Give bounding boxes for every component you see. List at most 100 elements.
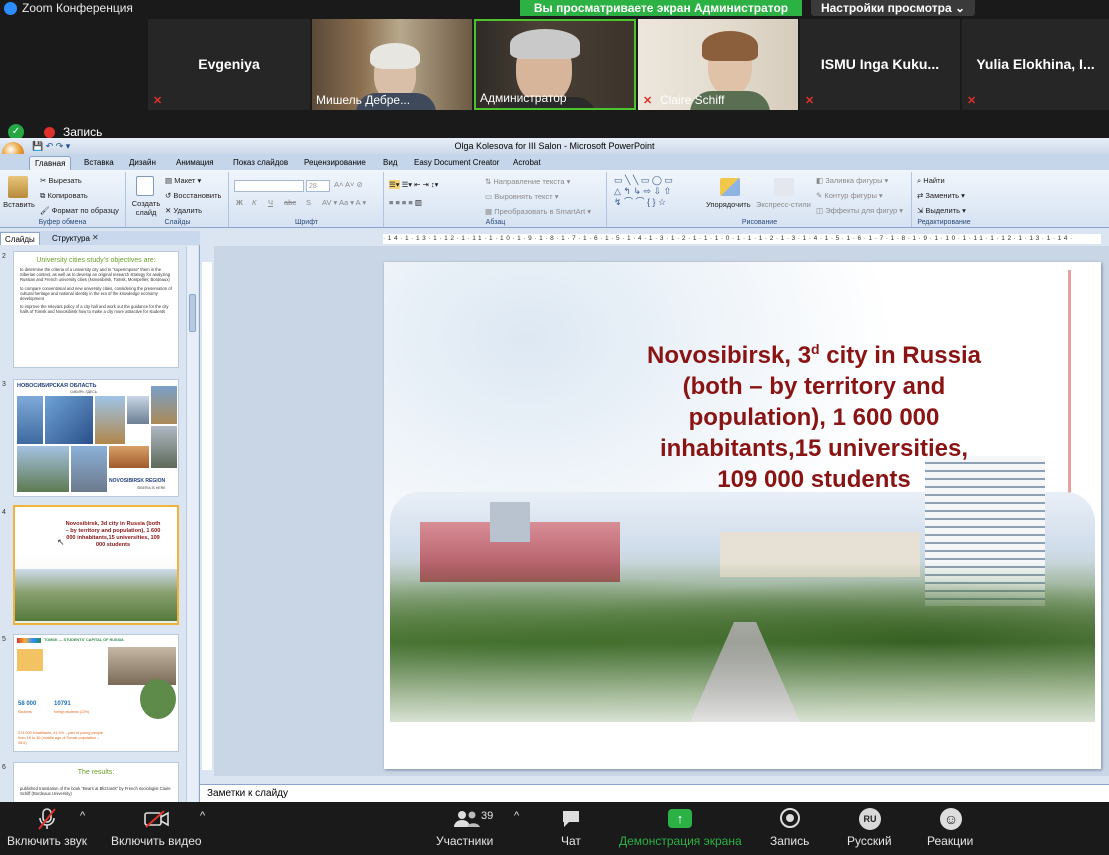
tab-outline[interactable]: Структура [48, 232, 94, 245]
tab-review[interactable]: Рецензирование [299, 156, 371, 170]
tab-animation[interactable]: Анимация [171, 156, 219, 170]
reset-button[interactable]: ↺ Восстановить [165, 191, 221, 200]
video-off-icon[interactable] [144, 810, 170, 828]
thumbnail-scrollbar[interactable] [186, 246, 198, 802]
quick-access-toolbar[interactable]: 💾 ↶ ↷ ▾ [32, 141, 70, 152]
participant-name: Администратор [480, 91, 567, 105]
participant-tile[interactable]: ISMU Inga Kuku... ✕ [800, 19, 960, 110]
quick-styles-icon [774, 178, 794, 196]
audio-options-chevron-icon[interactable]: ^ [80, 810, 85, 822]
text-direction-button[interactable]: ⇅ Направление текста ▾ [485, 177, 570, 186]
participant-tile[interactable]: Мишель Дебре... [312, 19, 472, 110]
chat-icon[interactable] [561, 810, 581, 828]
tab-design[interactable]: Дизайн [124, 156, 161, 170]
tab-slideshow[interactable]: Показ слайдов [228, 156, 293, 170]
delete-slide-button[interactable]: ✕ Удалить [165, 206, 202, 215]
participants-icon[interactable] [453, 810, 481, 828]
building-tower [490, 502, 530, 542]
tab-insert[interactable]: Вставка [79, 156, 119, 170]
record-icon[interactable] [780, 808, 800, 828]
slide-notes-field[interactable]: Заметки к слайду [200, 784, 1109, 802]
shapes-gallery[interactable]: ▭ ╲ ╲ ▭ ◯ ▭ △ ↰ ↳ ⇨ ⇩ ⇧ ↯ ⌒ ⌒ { } ☆ [614, 175, 673, 208]
copy-button[interactable]: ⧉ Копировать [40, 191, 88, 201]
slide-thumbnail[interactable]: НОВОСИБИРСКАЯ ОБЛАСТЬ СИБИРЬ ЗДЕСЬ NOVOS… [13, 379, 179, 497]
paragraph-group: ☰▾ ☰▾ ⇤ ⇥ ↕▾ ⇅ Направление текста ▾ ▭ Вы… [385, 172, 607, 227]
slide-heading[interactable]: Novosibirsk, 3d city in Russia (both – b… [614, 334, 1014, 495]
start-video-button[interactable]: Включить видео [111, 834, 202, 848]
thumb-stat-label: Students [18, 710, 32, 714]
share-screen-button[interactable]: Демонстрация экрана [619, 834, 742, 848]
bold-button[interactable]: Ж [236, 198, 243, 207]
language-badge-icon[interactable]: RU [859, 808, 881, 830]
spacing-aa-case[interactable]: AV ▾ Aa ▾ A ▾ [322, 198, 366, 207]
close-pane-icon[interactable]: ✕ [92, 233, 99, 242]
replace-icon: ⇄ [917, 191, 924, 200]
underline-button[interactable]: Ч [268, 198, 273, 207]
format-painter-button[interactable]: 🖌 Формат по образцу [40, 206, 119, 215]
view-options-button[interactable]: Настройки просмотра ⌄ [811, 0, 975, 16]
copy-icon: ⧉ [40, 191, 46, 200]
reactions-button[interactable]: Реакции [927, 834, 973, 848]
shape-outline-button[interactable]: ✎ Контур фигуры ▾ [816, 191, 883, 200]
slide-thumbnail[interactable]: TOMSK — STUDENTS' CAPITAL OF RUSSIA 58 0… [13, 634, 179, 752]
smartart-button[interactable]: ▦ Преобразовать в SmartArt ▾ [485, 207, 591, 216]
record-button[interactable]: Запись [770, 834, 809, 848]
unmute-button[interactable]: Включить звук [7, 834, 87, 848]
chat-button[interactable]: Чат [561, 834, 581, 848]
tab-acrobat[interactable]: Acrobat [508, 156, 546, 170]
thumb-photo [17, 396, 43, 444]
replace-button[interactable]: ⇄ Заменить ▾ [917, 191, 965, 200]
slide-thumbnail-selected[interactable]: Novosibirsk, 3d city in Russia (both – b… [13, 505, 179, 625]
layout-button[interactable]: ▤ Макет ▾ [165, 176, 201, 185]
tab-easy-document-creator[interactable]: Easy Document Creator [409, 156, 504, 170]
participant-tile[interactable]: Evgeniya ✕ [148, 19, 310, 110]
select-button[interactable]: ⇲ Выделить ▾ [917, 206, 966, 215]
tab-home[interactable]: Главная [29, 156, 72, 170]
thumb-heading: Novosibirsk, 3d city in Russia (both – b… [65, 521, 161, 548]
slide-thumbnail[interactable]: University cities study’s objectives are… [13, 251, 179, 368]
slide-thumbnail[interactable]: The results: published translation of th… [13, 762, 179, 802]
participants-button[interactable]: Участники [436, 834, 493, 848]
thumb-photo [45, 396, 93, 444]
list-buttons[interactable]: ☰▾ ☰▾ ⇤ ⇥ ↕▾ [389, 180, 438, 189]
reactions-icon[interactable]: ☺ [940, 808, 962, 830]
quick-styles-button[interactable]: Экспресс-стили [756, 200, 811, 209]
share-screen-icon[interactable]: ↑ [668, 809, 692, 828]
scrollbar-thumb[interactable] [189, 294, 196, 332]
font-size-select[interactable]: 28 [306, 180, 330, 192]
italic-button[interactable]: К [252, 198, 256, 207]
participants-chevron-icon[interactable]: ^ [514, 810, 519, 822]
recording-dot-icon [44, 127, 55, 138]
chevron-down-icon: ⌄ [954, 1, 966, 15]
find-button[interactable]: ⌕ Найти [917, 176, 945, 186]
cut-button[interactable]: ✂ Вырезать [40, 176, 82, 185]
shape-fill-button[interactable]: ◧ Заливка фигуры ▾ [816, 176, 888, 185]
tab-slides[interactable]: Слайды [0, 232, 40, 245]
align-text-button[interactable]: ▭ Выровнять текст ▾ [485, 192, 558, 201]
video-options-chevron-icon[interactable]: ^ [200, 810, 205, 822]
current-slide[interactable]: Novosibirsk, 3d city in Russia (both – b… [384, 262, 1101, 769]
horizontal-ruler: ·14·1·13·1·12·1·11·1·10·1·9·1·8·1·7·1·6·… [383, 234, 1101, 244]
shadow-button[interactable]: S [306, 198, 311, 207]
shape-fill-label: Заливка фигуры [825, 176, 883, 185]
participant-tile[interactable]: Yulia Elokhina, I... ✕ [962, 19, 1109, 110]
new-slide-button[interactable]: Создать слайд [130, 199, 162, 217]
participant-tile-active[interactable]: Администратор [474, 19, 636, 110]
thumb-title: University cities study’s objectives are… [36, 257, 156, 264]
thumb-header: TOMSK — STUDENTS' CAPITAL OF RUSSIA [44, 638, 124, 642]
alignment-buttons[interactable]: ≡ ≡ ≡ ≡ ▥ [389, 198, 422, 207]
mouse-cursor-icon: ↖ [57, 537, 65, 547]
muted-mic-icon[interactable] [38, 808, 56, 830]
delete-label: Удалить [173, 206, 203, 215]
shape-effects-button[interactable]: ◫ Эффекты для фигур ▾ [816, 206, 903, 215]
arrange-button[interactable]: Упорядочить [706, 200, 751, 209]
strike-button[interactable]: abc [284, 198, 296, 207]
language-button[interactable]: Русский [847, 834, 892, 848]
font-grow-shrink[interactable]: A˄ A˅ ⊘ [334, 180, 363, 189]
font-name-select[interactable] [234, 180, 304, 192]
slides-group: Создать слайд ▤ Макет ▾ ↺ Восстановить ✕… [127, 172, 229, 227]
paste-button[interactable]: Вставить [3, 200, 35, 209]
participant-tile[interactable]: Claire Schiff ✕ [638, 19, 798, 110]
text-direction-label: Направление текста [493, 177, 565, 186]
tab-view[interactable]: Вид [378, 156, 402, 170]
